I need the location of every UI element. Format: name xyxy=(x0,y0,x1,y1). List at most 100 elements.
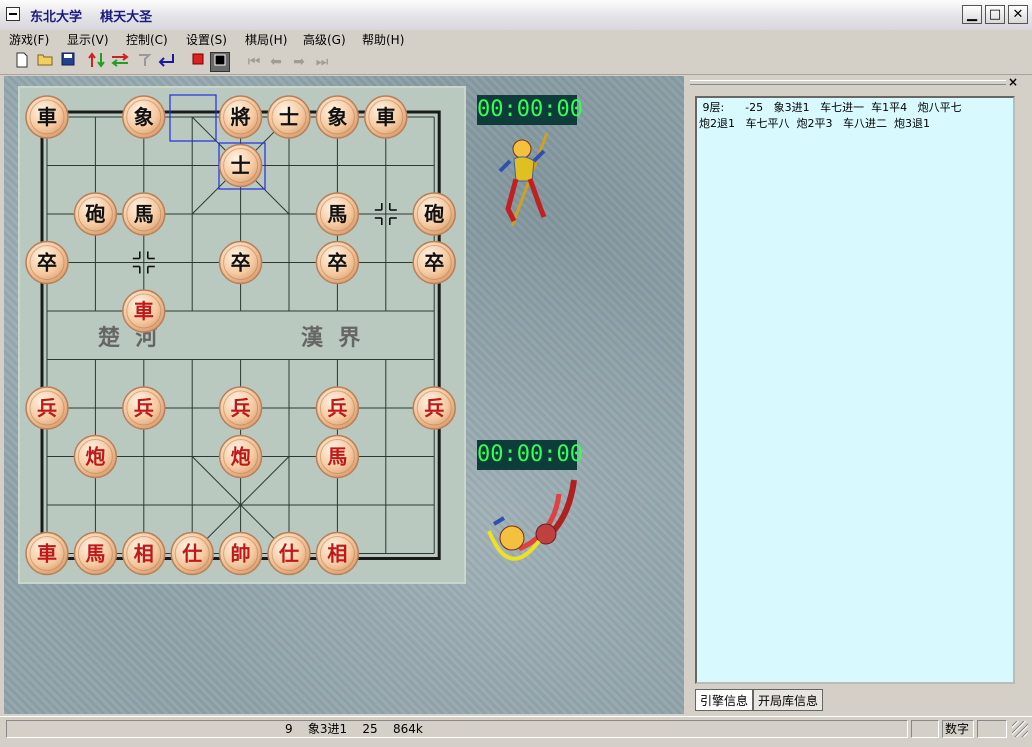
computer-move-icon[interactable] xyxy=(210,52,230,72)
board-grid: 楚 河 漢 界 車象將士象車士砲馬馬砲卒卒卒卒車兵兵兵兵兵炮炮馬車馬相仕帥仕相 xyxy=(25,94,456,576)
swap-sides-icon[interactable] xyxy=(110,52,130,72)
toolbar: ⏮ ⬅ ➡ ⏭ xyxy=(0,50,1032,75)
maximize-button[interactable]: □ xyxy=(985,5,1005,24)
red-piece[interactable]: 兵 xyxy=(218,386,263,430)
black-piece[interactable]: 砲 xyxy=(73,192,118,236)
status-bar: 9 象3进1 25 864k 数字 xyxy=(0,716,1032,747)
menu-view[interactable]: 显示(V) xyxy=(61,31,115,49)
piece-label: 車 xyxy=(134,299,154,323)
menu-control[interactable]: 控制(C) xyxy=(120,31,174,49)
tab-engine-info[interactable]: 引擎信息 xyxy=(695,689,754,711)
title-bar: 东北大学 棋天大圣 ▁ □ ✕ xyxy=(0,0,1032,31)
previous-move-icon[interactable]: ⬅ xyxy=(266,52,286,72)
enter-icon[interactable] xyxy=(157,52,177,72)
system-menu-icon[interactable] xyxy=(6,7,20,21)
red-piece[interactable]: 帥 xyxy=(218,531,263,576)
last-move-icon[interactable]: ⏭ xyxy=(312,52,332,72)
next-move-icon[interactable]: ➡ xyxy=(289,52,309,72)
piece-label: 車 xyxy=(376,105,396,129)
red-clock: 00:00:00 xyxy=(477,440,583,470)
piece-label: 仕 xyxy=(181,542,202,566)
red-piece[interactable]: 馬 xyxy=(73,531,118,576)
red-piece[interactable]: 炮 xyxy=(73,434,118,479)
resize-grip[interactable] xyxy=(1012,721,1028,737)
river-label-right: 漢 界 xyxy=(301,325,360,351)
panel-close-icon[interactable]: × xyxy=(1008,75,1018,89)
piece-label: 象 xyxy=(327,105,347,129)
red-piece[interactable]: 車 xyxy=(25,531,69,576)
red-piece[interactable]: 馬 xyxy=(315,434,360,479)
piece-label: 相 xyxy=(134,542,154,566)
status-main: 9 象3进1 25 864k xyxy=(6,720,908,738)
flip-board-icon[interactable] xyxy=(87,52,107,72)
red-piece[interactable]: 炮 xyxy=(218,434,263,479)
piece-label: 砲 xyxy=(85,202,105,226)
hint-icon[interactable] xyxy=(134,52,154,72)
window-title: 东北大学 棋天大圣 xyxy=(30,10,153,25)
black-piece[interactable]: 車 xyxy=(25,95,69,139)
piece-label: 兵 xyxy=(231,396,251,420)
piece-label: 卒 xyxy=(327,251,347,275)
black-piece[interactable]: 車 xyxy=(364,95,408,139)
engine-info-line: 炮2退1 车七平八 炮2平3 车八进二 炮3退1 xyxy=(699,117,930,130)
black-piece[interactable]: 馬 xyxy=(315,192,360,236)
minimize-button[interactable]: ▁ xyxy=(962,5,982,24)
open-folder-icon[interactable] xyxy=(35,52,55,72)
first-move-icon[interactable]: ⏮ xyxy=(244,52,264,72)
piece-label: 將 xyxy=(231,105,251,129)
piece-label: 士 xyxy=(279,105,299,129)
piece-label: 士 xyxy=(231,154,251,178)
red-piece[interactable]: 兵 xyxy=(412,386,456,430)
piece-label: 卒 xyxy=(424,251,444,275)
piece-label: 車 xyxy=(37,105,57,129)
menu-advanced[interactable]: 高级(G) xyxy=(297,31,352,49)
menu-settings[interactable]: 设置(S) xyxy=(180,31,233,49)
piece-label: 馬 xyxy=(327,445,347,469)
black-piece[interactable]: 卒 xyxy=(315,240,360,285)
piece-label: 帥 xyxy=(231,542,251,566)
black-piece[interactable]: 象 xyxy=(122,95,166,139)
black-piece[interactable]: 卒 xyxy=(412,240,456,285)
menu-game[interactable]: 游戏(F) xyxy=(3,31,55,49)
red-piece[interactable]: 兵 xyxy=(315,386,360,430)
black-piece[interactable]: 砲 xyxy=(412,192,456,236)
status-num-lock: 数字 xyxy=(942,720,974,738)
black-piece[interactable]: 卒 xyxy=(25,240,69,285)
piece-label: 馬 xyxy=(327,202,347,226)
piece-label: 象 xyxy=(134,105,154,129)
red-piece[interactable]: 相 xyxy=(315,531,360,576)
save-icon[interactable] xyxy=(58,52,78,72)
red-piece[interactable]: 仕 xyxy=(170,531,214,576)
monkey-king-icon xyxy=(487,479,577,561)
red-piece[interactable]: 兵 xyxy=(122,386,166,430)
red-piece[interactable]: 車 xyxy=(122,289,166,333)
piece-label: 兵 xyxy=(424,396,444,420)
black-piece[interactable]: 卒 xyxy=(218,240,263,285)
piece-label: 卒 xyxy=(231,251,251,275)
piece-label: 炮 xyxy=(85,445,105,469)
menu-game-record[interactable]: 棋局(H) xyxy=(239,31,293,49)
status-empty-panel xyxy=(911,720,939,738)
black-piece[interactable]: 士 xyxy=(267,95,311,139)
piece-label: 卒 xyxy=(37,251,57,275)
black-piece[interactable]: 馬 xyxy=(122,192,166,236)
new-file-icon[interactable] xyxy=(12,52,32,72)
menu-help[interactable]: 帮助(H) xyxy=(356,31,410,49)
engine-info-box[interactable]: 9层: -25 象3进1 车七进一 车1平4 炮八平七 炮2退1 车七平八 炮2… xyxy=(695,96,1015,684)
black-clock: 00:00:00 xyxy=(477,95,583,125)
red-piece[interactable]: 兵 xyxy=(25,386,69,430)
chess-board[interactable]: 楚 河 漢 界 車象將士象車士砲馬馬砲卒卒卒卒車兵兵兵兵兵炮炮馬車馬相仕帥仕相 xyxy=(18,86,466,584)
menu-bar: 游戏(F) 显示(V) 控制(C) 设置(S) 棋局(H) 高级(G) 帮助(H… xyxy=(0,30,1032,50)
black-piece[interactable]: 象 xyxy=(315,95,360,139)
piece-label: 炮 xyxy=(231,445,251,469)
close-button[interactable]: ✕ xyxy=(1008,5,1028,24)
red-piece[interactable]: 仕 xyxy=(267,531,311,576)
piece-label: 馬 xyxy=(85,542,105,566)
tab-opening-book[interactable]: 开局库信息 xyxy=(753,689,824,711)
black-piece[interactable]: 將 xyxy=(218,95,263,139)
stop-icon[interactable] xyxy=(188,52,208,72)
piece-label: 砲 xyxy=(424,202,444,226)
red-piece[interactable]: 相 xyxy=(122,531,166,576)
panel-gripper[interactable] xyxy=(690,80,1006,85)
black-piece[interactable]: 士 xyxy=(218,143,263,188)
